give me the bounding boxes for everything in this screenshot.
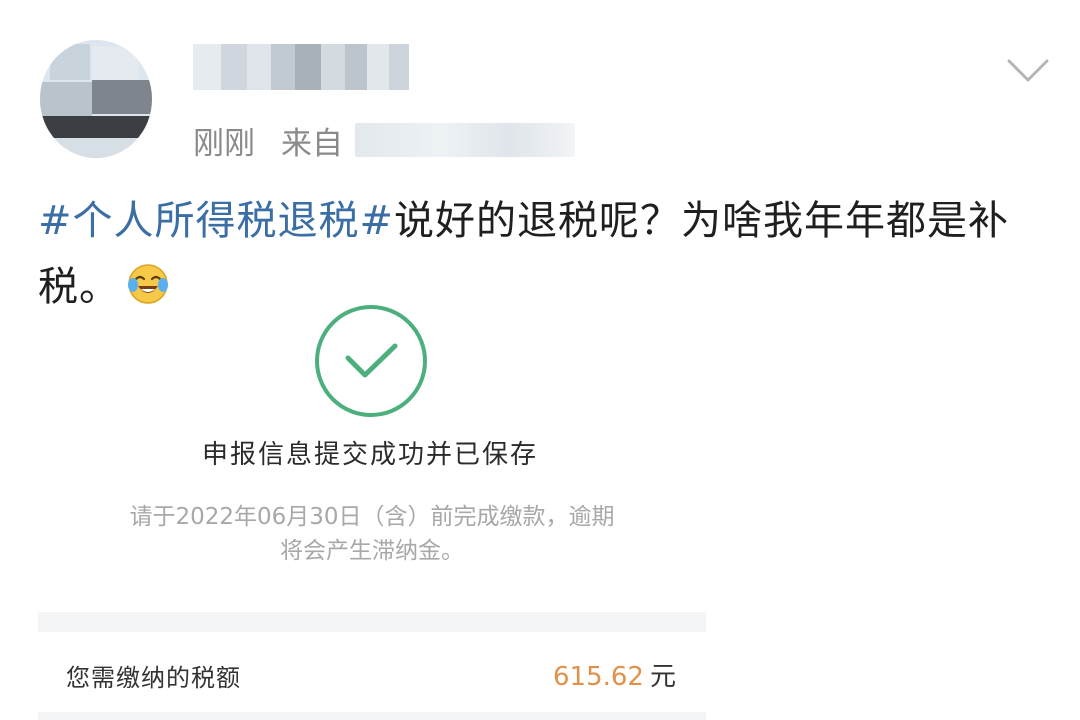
avatar[interactable] xyxy=(40,40,152,158)
tax-due-row: 您需缴纳的税额 615.62 元 xyxy=(38,632,706,712)
tax-due-label: 您需缴纳的税额 xyxy=(66,664,241,692)
post-meta: 刚刚 来自 xyxy=(193,118,575,162)
bottom-divider xyxy=(38,712,706,720)
tax-due-amount: 615.62 元 xyxy=(553,656,676,693)
section-divider xyxy=(38,612,706,632)
payment-notice-line2: 将会产生滞纳金。 xyxy=(280,538,464,564)
post-text: #个人所得税退税#说好的退税呢？为啥我年年都是补税。 xyxy=(38,188,1048,320)
username-blurred[interactable] xyxy=(193,44,409,90)
payment-notice-line1: 请于2022年06月30日（含）前完成缴款，逾期 xyxy=(129,504,615,530)
post-source-label: 来自 xyxy=(281,125,343,162)
crying-laughing-emoji-icon xyxy=(128,264,168,304)
tax-due-value: 615.62 xyxy=(553,662,644,692)
tax-due-unit: 元 xyxy=(649,662,676,692)
chevron-down-icon[interactable] xyxy=(1006,56,1050,86)
hashtag-link[interactable]: #个人所得税退税# xyxy=(38,198,394,244)
check-circle-icon xyxy=(315,305,427,417)
post-time: 刚刚 xyxy=(193,125,255,162)
payment-notice: 请于2022年06月30日（含）前完成缴款，逾期 将会产生滞纳金。 xyxy=(72,500,672,568)
post-source-blurred xyxy=(355,123,575,157)
success-title: 申报信息提交成功并已保存 xyxy=(201,440,538,470)
